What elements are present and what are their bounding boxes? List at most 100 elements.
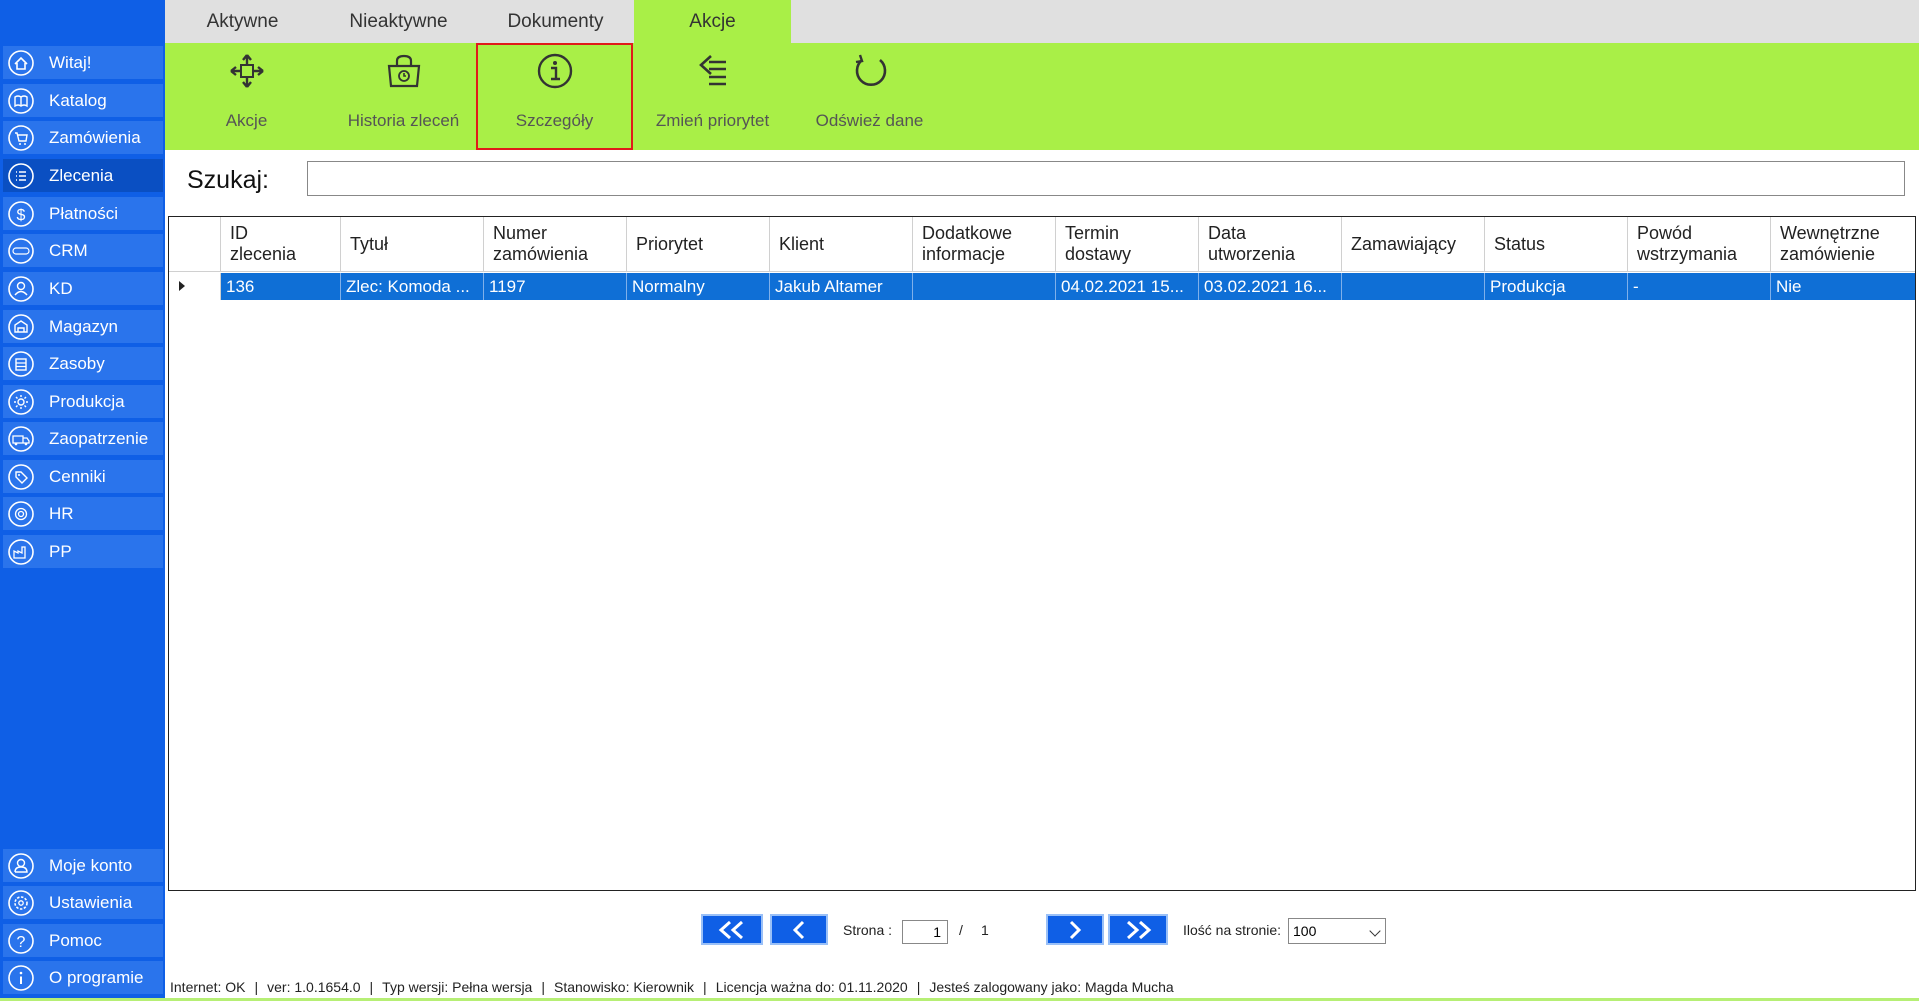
ribbon-label: Zmień priorytet [655,111,770,130]
sidebar-item-produkcja[interactable]: Produkcja [3,385,163,418]
list-icon [7,162,35,190]
header-line: Zamawiający [1351,233,1457,254]
sidebar-item-crm[interactable]: CRM [3,234,163,267]
header-line: ID [230,223,248,243]
szczegoly-button[interactable]: Szczegóły [476,43,633,150]
header-line: dostawy [1065,244,1132,264]
sidebar-item-pp[interactable]: PP [3,535,163,568]
table-cell[interactable]: Nie [1771,273,1915,300]
column-header[interactable]: Termin dostawy [1056,217,1199,272]
column-header[interactable]: Numer zamówienia [484,217,627,272]
historia-zlecen-button[interactable]: Historia zleceń [325,43,482,150]
sidebar-item-magazyn[interactable]: Magazyn [3,310,163,343]
sidebar-item-o-programie[interactable]: O programie [3,961,163,994]
zmien-priorytet-button[interactable]: Zmień priorytet [634,43,791,150]
sidebar-item-ustawienia[interactable]: Ustawienia [3,886,163,919]
tab-akcje[interactable]: Akcje [634,0,791,43]
per-page-label: Ilość na stronie: [1183,922,1282,938]
sidebar-item-label: O programie [49,967,144,987]
chevron-left-icon [792,920,805,939]
tab-label: Aktywne [206,10,279,32]
next-page-button[interactable] [1046,914,1104,945]
sidebar-item-pomoc[interactable]: ? Pomoc [3,924,163,957]
sidebar-item-hr[interactable]: HR [3,497,163,530]
table-cell[interactable] [1342,273,1485,300]
header-line: Data [1208,223,1247,243]
chevron-right-icon [1069,920,1082,939]
table-cell[interactable]: Jakub Altamer [770,273,913,300]
column-header[interactable]: Priorytet [627,217,770,272]
table-cell[interactable]: 136 [221,273,341,300]
table-cell[interactable]: 1197 [484,273,627,300]
column-header[interactable]: Powód wstrzymania [1628,217,1771,272]
sidebar-item-moje-konto[interactable]: Moje konto [3,849,163,882]
ribbon-label: Odśwież dane [815,111,924,130]
sidebar-item-label: HR [49,503,74,523]
header-line: Status [1494,233,1546,254]
header-line: utworzenia [1208,244,1296,264]
sidebar-item-katalog[interactable]: Katalog [3,84,163,117]
column-header[interactable]: Status [1485,217,1628,272]
prev-page-button[interactable] [770,914,828,945]
sidebar-item-cenniki[interactable]: Cenniki [3,460,163,493]
page-separator: / [959,922,963,938]
status-user: Jesteś zalogowany jako: Magda Mucha [929,979,1174,995]
account-icon [7,852,35,880]
column-header[interactable]: Wewnętrzne zamówienie [1771,217,1915,272]
table-cell[interactable]: Normalny [627,273,770,300]
column-header[interactable]: Zamawiający [1342,217,1485,272]
sidebar-item-label: Cenniki [49,466,106,486]
sidebar-item-label: Zaopatrzenie [49,428,149,448]
resources-icon [7,350,35,378]
refresh-icon [850,51,890,91]
sidebar-item-label: Płatności [49,203,118,223]
sidebar-item-zaopatrzenie[interactable]: Zaopatrzenie [3,422,163,455]
first-page-button[interactable] [701,914,763,945]
header-line: zamówienie [1780,244,1876,264]
caret-right-icon [179,281,185,291]
sidebar-item-label: CRM [49,240,88,260]
fingerprint-icon [7,500,35,528]
tab-nieaktywne[interactable]: Nieaktywne [320,0,477,43]
column-header[interactable]: Data utworzenia [1199,217,1342,272]
header-line: Priorytet [636,233,704,254]
search-input[interactable] [307,161,1905,196]
truck-icon [7,425,35,453]
sidebar-item-label: Katalog [49,90,107,110]
status-bar: Internet: OK | ver: 1.0.1654.0 | Typ wersji:… [170,979,1174,995]
per-page-value: 100 [1293,923,1317,939]
table-row[interactable]: 136 Zlec: Komoda ... 1197 Normalny Jakub… [169,273,1915,300]
column-header[interactable]: Klient [770,217,913,272]
header-line: wstrzymania [1637,244,1738,264]
column-header[interactable]: ID zlecenia [221,217,341,272]
tab-aktywne[interactable]: Aktywne [165,0,320,43]
page-label: Strona : [843,922,893,938]
sidebar-item-label: PP [49,541,72,561]
per-page-select[interactable]: 100 [1288,918,1386,944]
sidebar-item-platnosci[interactable]: $ Płatności [3,197,163,230]
sidebar-item-label: Produkcja [49,391,125,411]
table-cell[interactable]: - [1628,273,1771,300]
sidebar-item-zamowienia[interactable]: Zamówienia [3,121,163,154]
table-cell[interactable]: 04.02.2021 15... [1056,273,1199,300]
tab-dokumenty[interactable]: Dokumenty [477,0,634,43]
sidebar-item-kd[interactable]: KD [3,272,163,305]
help-icon: ? [7,927,35,955]
table-cell[interactable]: Zlec: Komoda ... [341,273,484,300]
sidebar-item-zasoby[interactable]: Zasoby [3,347,163,380]
row-indicator[interactable] [169,273,221,300]
sidebar-item-witaj[interactable]: Witaj! [3,46,163,79]
last-page-button[interactable] [1108,914,1168,945]
column-header[interactable]: Tytuł [341,217,484,272]
page-number-input[interactable] [902,920,948,944]
table-cell[interactable]: 03.02.2021 16... [1199,273,1342,300]
sidebar-item-zlecenia[interactable]: Zlecenia [3,159,163,192]
home-icon [7,49,35,77]
column-header[interactable]: Dodatkowe informacje [913,217,1056,272]
table-cell[interactable]: Produkcja [1485,273,1628,300]
odswiez-dane-button[interactable]: Odśwież dane [791,43,948,150]
table-cell[interactable] [913,273,1056,300]
akcje-button[interactable]: Akcje [168,43,325,150]
header-line: zamówienia [493,244,589,264]
header-line: Termin [1065,223,1120,243]
